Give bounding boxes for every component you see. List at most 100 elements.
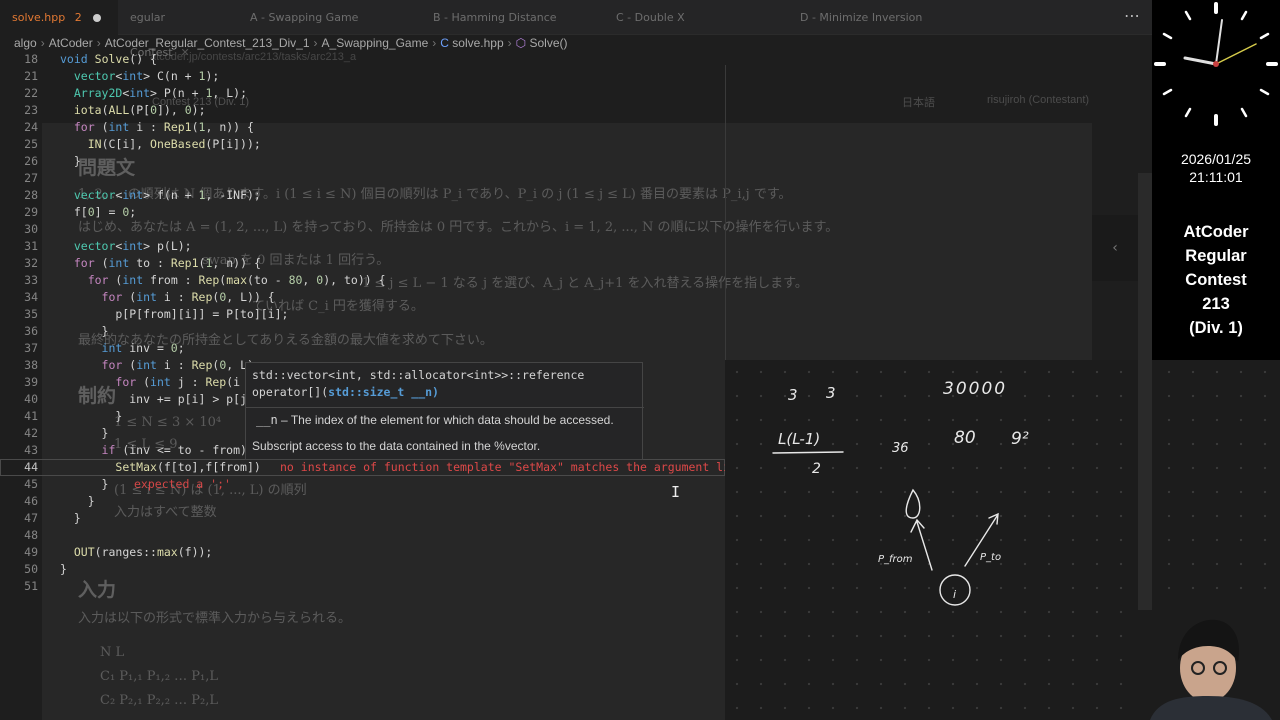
line-number: 34 (24, 290, 38, 304)
code-line[interactable]: 26 } (0, 153, 725, 170)
tab-hamming-distance[interactable]: B - Hamming Distance (421, 0, 571, 35)
note-3b: 3 (826, 384, 836, 402)
code-line[interactable]: 51 (0, 578, 725, 595)
breadcrumb-item[interactable]: AtCoder_Regular_Contest_213_Div_1 (105, 36, 310, 50)
breadcrumb-item[interactable]: solve.hpp (452, 36, 503, 50)
code-line[interactable]: 44 SetMax(f[to],f[from]) no instance of f… (0, 459, 725, 476)
code-text[interactable]: vector<int> C(n + 1); (60, 68, 219, 85)
tab-swapping-game[interactable]: A - Swapping Game (238, 0, 388, 35)
line-number: 22 (24, 86, 38, 100)
contest-title-line: AtCoder (1183, 223, 1249, 241)
line-number: 33 (24, 273, 38, 287)
more-actions-icon[interactable]: ⋯ (1124, 6, 1141, 25)
line-number: 37 (24, 341, 38, 355)
code-text[interactable]: OUT(ranges::max(f)); (60, 544, 213, 561)
text-cursor-icon: I (671, 483, 681, 501)
tab-double-x[interactable]: C - Double X (604, 0, 754, 35)
code-text[interactable]: for (int i : Rep1(1, n)) { (60, 119, 254, 136)
code-text[interactable]: IN(C[i], OneBased(P[i])); (60, 136, 261, 153)
code-line[interactable]: 31 vector<int> p(L); (0, 238, 725, 255)
code-text[interactable]: p[P[from][i]] = P[to][i]; (60, 306, 288, 323)
code-text[interactable]: inv += p[i] > p[j] (60, 391, 254, 408)
code-text[interactable]: } (60, 561, 67, 578)
code-line[interactable]: 36 } (0, 323, 725, 340)
code-line[interactable]: 45 } expected a ';' (0, 476, 725, 493)
line-number: 21 (24, 69, 38, 83)
code-line[interactable]: 34 for (int i : Rep(0, L)) { (0, 289, 725, 306)
hover-param-desc: – The index of the element for which dat… (281, 413, 614, 427)
browser-language: 日本語 (902, 97, 935, 109)
code-line[interactable]: 18 void Solve() { (0, 51, 725, 68)
hover-signature-pre: operator[]( (252, 385, 329, 399)
tab-label: D - Minimize Inversion (800, 11, 923, 24)
code-text[interactable]: } (60, 510, 81, 527)
code-text[interactable]: vector<int> p(L); (60, 238, 192, 255)
breadcrumb-item[interactable]: Solve() (529, 36, 567, 50)
code-line[interactable]: 21 vector<int> C(n + 1); (0, 68, 725, 85)
note-3a: 3 (788, 386, 798, 404)
code-text[interactable]: f[0] = 0; (60, 204, 136, 221)
line-number: 18 (24, 52, 38, 66)
code-line[interactable]: 37 int inv = 0; (0, 340, 725, 357)
code-text[interactable]: Array2D<int> P(n + 1, L); (60, 85, 247, 102)
code-text[interactable]: for (int i : Rep(0, L) (60, 357, 254, 374)
breadcrumb-item[interactable]: AtCoder (49, 36, 93, 50)
code-line[interactable]: 27 (0, 170, 725, 187)
code-line[interactable]: 46 } (0, 493, 725, 510)
code-text[interactable]: SetMax(f[to],f[from]) (60, 459, 260, 476)
line-number: 36 (24, 324, 38, 338)
note-l-formula: L(L-1) (778, 430, 820, 448)
code-text[interactable]: } (60, 493, 95, 510)
code-line[interactable]: 48 (0, 527, 725, 544)
stream-info-panel: 2026/01/25 21:11:01 AtCoder Regular Cont… (1152, 0, 1280, 360)
code-text[interactable]: } (60, 408, 122, 425)
code-text[interactable]: if (inv <= to - from) (60, 442, 247, 459)
code-line[interactable]: 24 for (int i : Rep1(1, n)) { (0, 119, 725, 136)
code-text[interactable]: vector<int> f(n + 1, -INF); (60, 187, 261, 204)
code-text[interactable]: } (60, 153, 81, 170)
unsaved-dot-icon (93, 14, 102, 22)
code-line[interactable]: 29 f[0] = 0; (0, 204, 725, 221)
code-text[interactable]: int inv = 0; (60, 340, 185, 357)
chevron-left-icon[interactable]: ‹ (1092, 215, 1138, 281)
code-line[interactable]: 22 Array2D<int> P(n + 1, L); (0, 85, 725, 102)
line-number: 42 (24, 426, 38, 440)
note-9sq: 9² (1011, 429, 1029, 449)
line-number: 46 (24, 494, 38, 508)
code-text[interactable]: } (60, 476, 109, 493)
code-text[interactable]: for (int i : Rep(0, L)) { (60, 289, 275, 306)
clock-date: 2026/01/25 (1180, 151, 1252, 167)
code-line[interactable]: 49 OUT(ranges::max(f)); (0, 544, 725, 561)
code-text[interactable]: for (int to : Rep1(1, n)) { (60, 255, 261, 272)
note-30000: 30000 (943, 379, 1007, 399)
code-text[interactable]: iota(ALL(P[0]), 0); (60, 102, 206, 119)
note-denominator: 2 (812, 461, 821, 477)
code-line[interactable]: 33 for (int from : Rep(max(to - 80, 0), … (0, 272, 725, 289)
code-text[interactable]: } (60, 425, 109, 442)
tab-regular-contest[interactable]: egular Contest ✕ (118, 0, 220, 59)
inline-error-message: expected a ';' (134, 477, 231, 491)
code-line[interactable]: 47 } (0, 510, 725, 527)
code-line[interactable]: 30 (0, 221, 725, 238)
breadcrumb-item[interactable]: A_Swapping_Game (322, 36, 429, 50)
tab-solve-hpp[interactable]: solve.hpp 2 (0, 0, 118, 35)
code-line[interactable]: 35 p[P[from][i]] = P[to][i]; (0, 306, 725, 323)
line-number: 48 (24, 528, 38, 542)
code-line[interactable]: 23 iota(ALL(P[0]), 0); (0, 102, 725, 119)
code-line[interactable]: 25 IN(C[i], OneBased(P[i])); (0, 136, 725, 153)
code-line[interactable]: 50} (0, 561, 725, 578)
code-line[interactable]: 32 for (int to : Rep1(1, n)) { (0, 255, 725, 272)
line-number: 35 (24, 307, 38, 321)
tab-minimize-inversion[interactable]: D - Minimize Inversion (788, 0, 948, 35)
note-i: i (953, 588, 956, 601)
code-text[interactable]: for (int from : Rep(max(to - 80, 0), to)… (60, 272, 386, 289)
breadcrumb: algo › AtCoder › AtCoder_Regular_Contest_213… (14, 36, 568, 50)
tab-bar: solve.hpp 2 egular Contest ✕ A - Swapping… (0, 0, 1152, 59)
clock-time: 21:11:01 (1189, 169, 1243, 185)
breadcrumb-item[interactable]: algo (14, 36, 37, 50)
code-text[interactable]: void Solve() { (60, 51, 157, 68)
tab-label: A - Swapping Game (250, 11, 359, 24)
code-line[interactable]: 28 vector<int> f(n + 1, -INF); (0, 187, 725, 204)
code-text[interactable]: for (int j : Rep(i + (60, 374, 254, 391)
code-text[interactable]: } (60, 323, 109, 340)
